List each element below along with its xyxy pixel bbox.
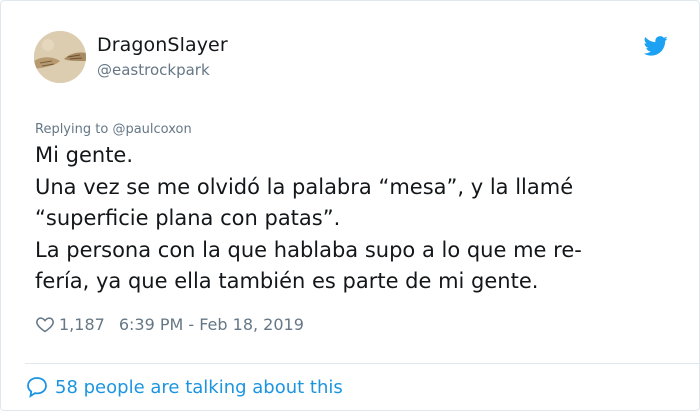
tweet-text: Mi gente. Una vez se me olvidó la palabr…	[35, 140, 675, 298]
twitter-bird-icon[interactable]	[644, 36, 668, 56]
user-handle[interactable]: @eastrockpark	[97, 61, 210, 79]
talking-about-link[interactable]: 58 people are talking about this	[25, 375, 343, 399]
tweet-timestamp[interactable]: 6:39 PM - Feb 18, 2019	[119, 315, 304, 334]
tweet-line: Mi gente.	[35, 143, 134, 167]
replying-to: Replying to @paulcoxon	[35, 122, 192, 137]
divider	[25, 363, 699, 364]
like-count[interactable]: 1,187	[59, 315, 105, 334]
avatar[interactable]	[34, 31, 86, 83]
talking-about-text: 58 people are talking about this	[55, 376, 343, 398]
tweet-line: Una vez se me olvidó la palabra “mesa”, …	[35, 174, 574, 199]
tweet-line: fería, ya que ella también es parte de m…	[35, 269, 539, 293]
tweet-card: DragonSlayer @eastrockpark Replying to @…	[0, 0, 700, 411]
tweet-line: “superficie plana con patas”.	[35, 206, 341, 230]
comment-bubble-icon	[27, 377, 47, 398]
replying-prefix: Replying to	[35, 122, 113, 137]
tweet-meta: 1,187 6:39 PM - Feb 18, 2019	[35, 314, 304, 334]
user-display-name[interactable]: DragonSlayer	[97, 34, 228, 56]
tweet-line: La persona con la que hablaba supo a lo …	[35, 237, 582, 262]
replying-mention-link[interactable]: @paulcoxon	[112, 122, 191, 137]
avatar-image	[34, 31, 86, 83]
heart-icon[interactable]	[35, 314, 55, 334]
